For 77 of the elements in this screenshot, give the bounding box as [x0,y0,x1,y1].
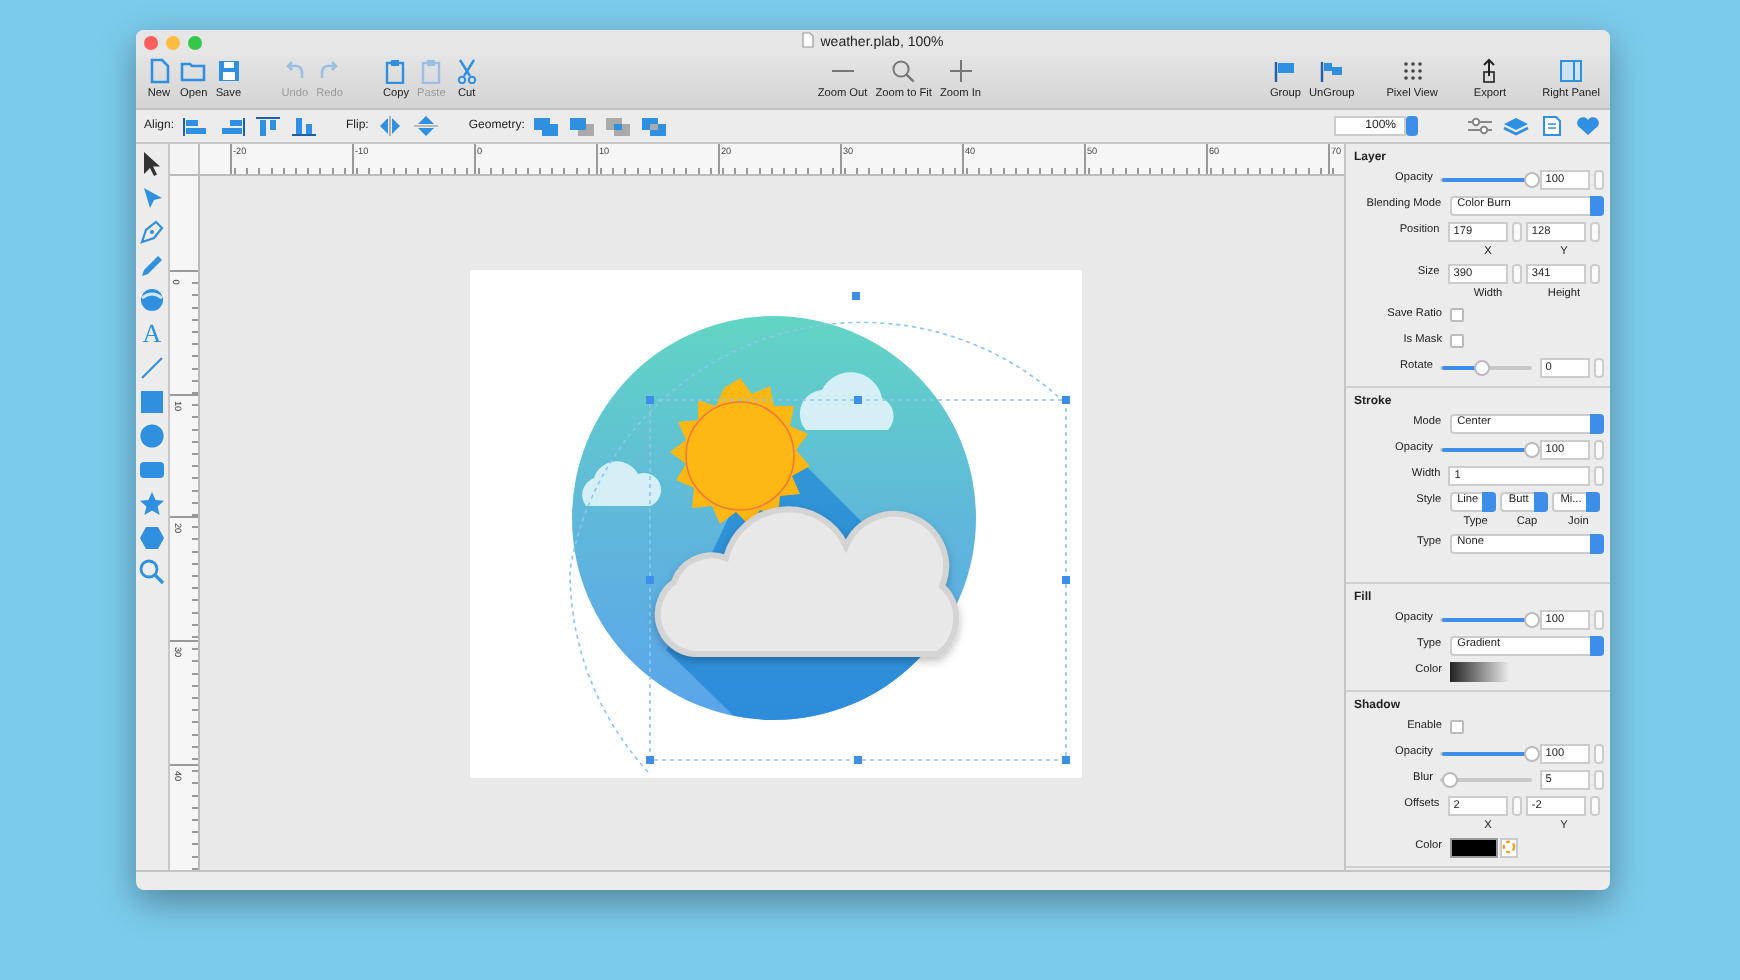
pen-icon [138,217,166,245]
flags-icon [1318,58,1345,84]
slider-thumb[interactable] [1523,611,1540,627]
arrow-cursor-icon [138,183,166,211]
exclude-icon [640,116,669,136]
scissors-icon [453,58,480,84]
stepper-control[interactable] [1594,357,1604,377]
stepper-control[interactable] [1511,795,1522,815]
dot-grid-icon [1399,58,1426,84]
toolbar-button[interactable] [290,116,319,136]
tool-button[interactable] [138,148,166,178]
toolbar-button[interactable] [254,116,283,136]
toolbar-button[interactable] [532,116,561,136]
stepper-control[interactable] [1590,221,1600,241]
sliders-icon [1466,116,1494,136]
redo-icon [316,58,343,84]
toolbar-button[interactable] [640,116,669,136]
panel-tab[interactable] [1466,116,1494,136]
document-icon [802,32,815,48]
toolbar-button[interactable] [412,116,441,136]
undo-icon [281,58,308,84]
search-icon [890,58,917,84]
stepper-control[interactable] [1511,263,1522,283]
align-top-icon [254,116,283,136]
gradient-ball-icon [138,285,166,313]
color-picker-button[interactable] [1500,837,1518,857]
stepper-control[interactable] [1594,609,1604,629]
align-left-icon [182,116,211,136]
flag-icon [1272,58,1299,84]
color-wheel-icon [1502,840,1516,854]
toolbar-button[interactable] [604,116,633,136]
checkbox[interactable] [1450,334,1464,348]
panel-tab[interactable] [1502,116,1530,136]
align-bottom-icon [290,116,319,136]
arrow-cursor-icon [138,149,166,177]
checkbox[interactable] [1450,308,1464,322]
union-icon [532,116,561,136]
document-icon [1538,116,1566,136]
search-icon [138,557,166,585]
clipboard-icon [382,58,409,84]
subtract-icon [568,116,597,136]
slider-thumb[interactable] [1442,771,1458,787]
align-right-icon [218,116,247,136]
slider-thumb[interactable] [1523,745,1540,761]
toolbar-button[interactable] [218,116,247,136]
line-icon [138,353,166,381]
slider-thumb[interactable] [1523,171,1540,187]
slider-thumb[interactable] [1473,359,1490,375]
gradient-swatch[interactable] [1450,661,1510,681]
heart-icon [1574,116,1602,136]
stepper-control[interactable] [1594,169,1604,189]
hexagon-icon [138,523,166,551]
folder-icon [180,58,207,84]
checkbox[interactable] [1450,720,1464,734]
flip-horizontal-icon [376,116,405,136]
rectangle-icon [138,387,166,415]
pencil-icon [138,251,166,279]
panel-tab[interactable] [1538,116,1566,136]
toolbar-button[interactable] [568,116,597,136]
toolbar-button[interactable] [376,116,405,136]
flip-vertical-icon [412,116,441,136]
slider-thumb[interactable] [1523,441,1540,457]
toolbar-button[interactable] [182,116,211,136]
stepper-control[interactable] [1511,221,1522,241]
clipboard-icon [418,58,445,84]
save-icon [215,58,242,84]
selection-outline[interactable] [569,292,1070,775]
color-swatch[interactable] [1450,837,1498,857]
layers-icon [1502,116,1530,136]
panel-tab[interactable] [1574,116,1602,136]
plus-icon [947,58,974,84]
new-document-icon [146,58,172,84]
intersect-icon [604,116,633,136]
side-panel-icon [1558,58,1585,84]
circle-icon [138,421,166,449]
stepper-control[interactable] [1590,263,1600,283]
star-icon [138,489,166,517]
